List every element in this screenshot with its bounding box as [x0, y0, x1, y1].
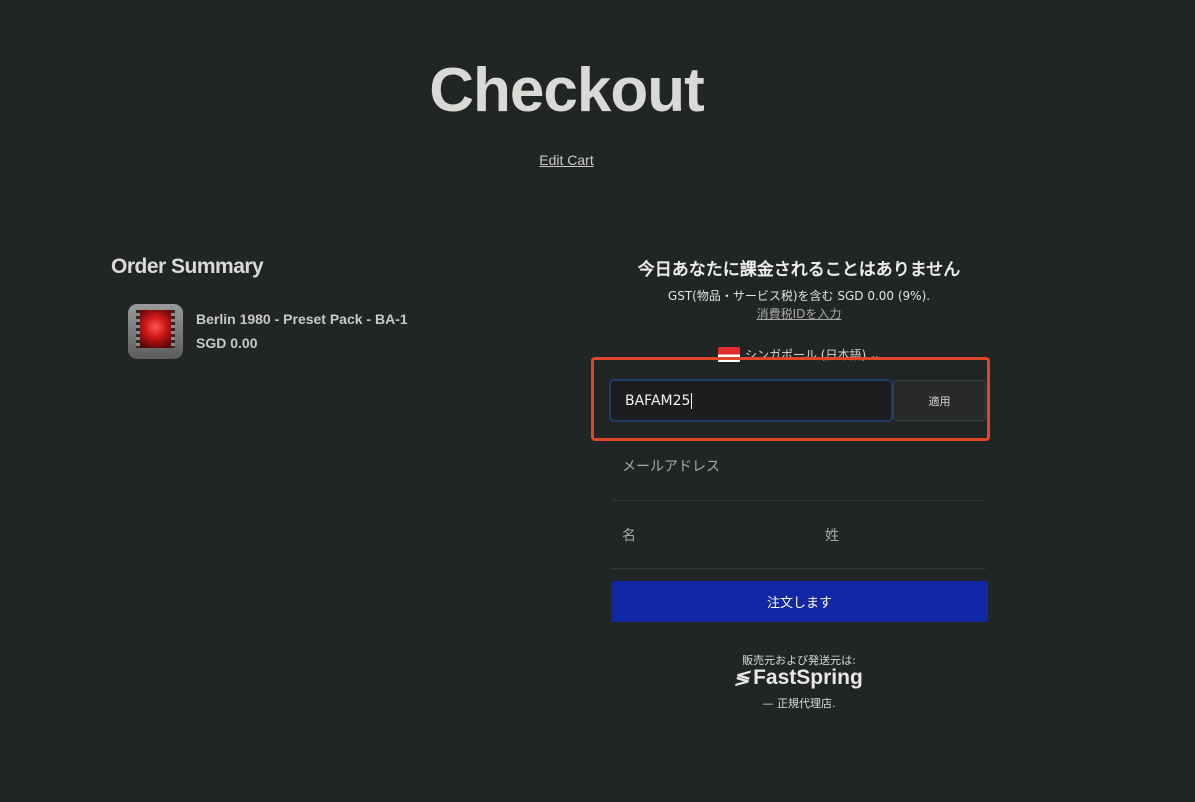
- order-item-name: Berlin 1980 - Preset Pack - BA-1: [196, 311, 408, 327]
- order-summary-heading: Order Summary: [111, 255, 264, 278]
- charge-notice-heading: 今日あなたに課金されることはありません: [637, 260, 961, 280]
- fastspring-logo-icon: ≶: [732, 668, 754, 689]
- order-item-price: SGD 0.00: [196, 335, 258, 351]
- coupon-code-value: BAFAM25: [625, 392, 691, 409]
- apply-coupon-button[interactable]: 適用: [893, 380, 986, 421]
- first-name-field[interactable]: 名: [612, 517, 792, 553]
- tax-id-link[interactable]: 消費税IDを入力: [612, 305, 986, 322]
- last-name-field[interactable]: 姓: [815, 517, 986, 553]
- divider: [612, 568, 986, 569]
- place-order-button[interactable]: 注文します: [611, 581, 988, 622]
- text-caret: [691, 392, 693, 409]
- gst-notice: GST(物品・サービス税)を含む SGD 0.00 (9%).: [667, 289, 931, 303]
- divider: [612, 500, 986, 501]
- authorized-reseller-line: — 正規代理店.: [762, 697, 836, 710]
- product-thumbnail: [128, 304, 183, 359]
- page-title: Checkout: [429, 56, 704, 125]
- edit-cart-link[interactable]: Edit Cart: [0, 152, 1133, 168]
- fastspring-logo: ≶FastSpring: [612, 666, 986, 690]
- brand-name: FastSpring: [753, 666, 863, 689]
- coupon-code-input[interactable]: BAFAM25: [609, 379, 893, 422]
- email-field[interactable]: メールアドレス: [612, 448, 986, 484]
